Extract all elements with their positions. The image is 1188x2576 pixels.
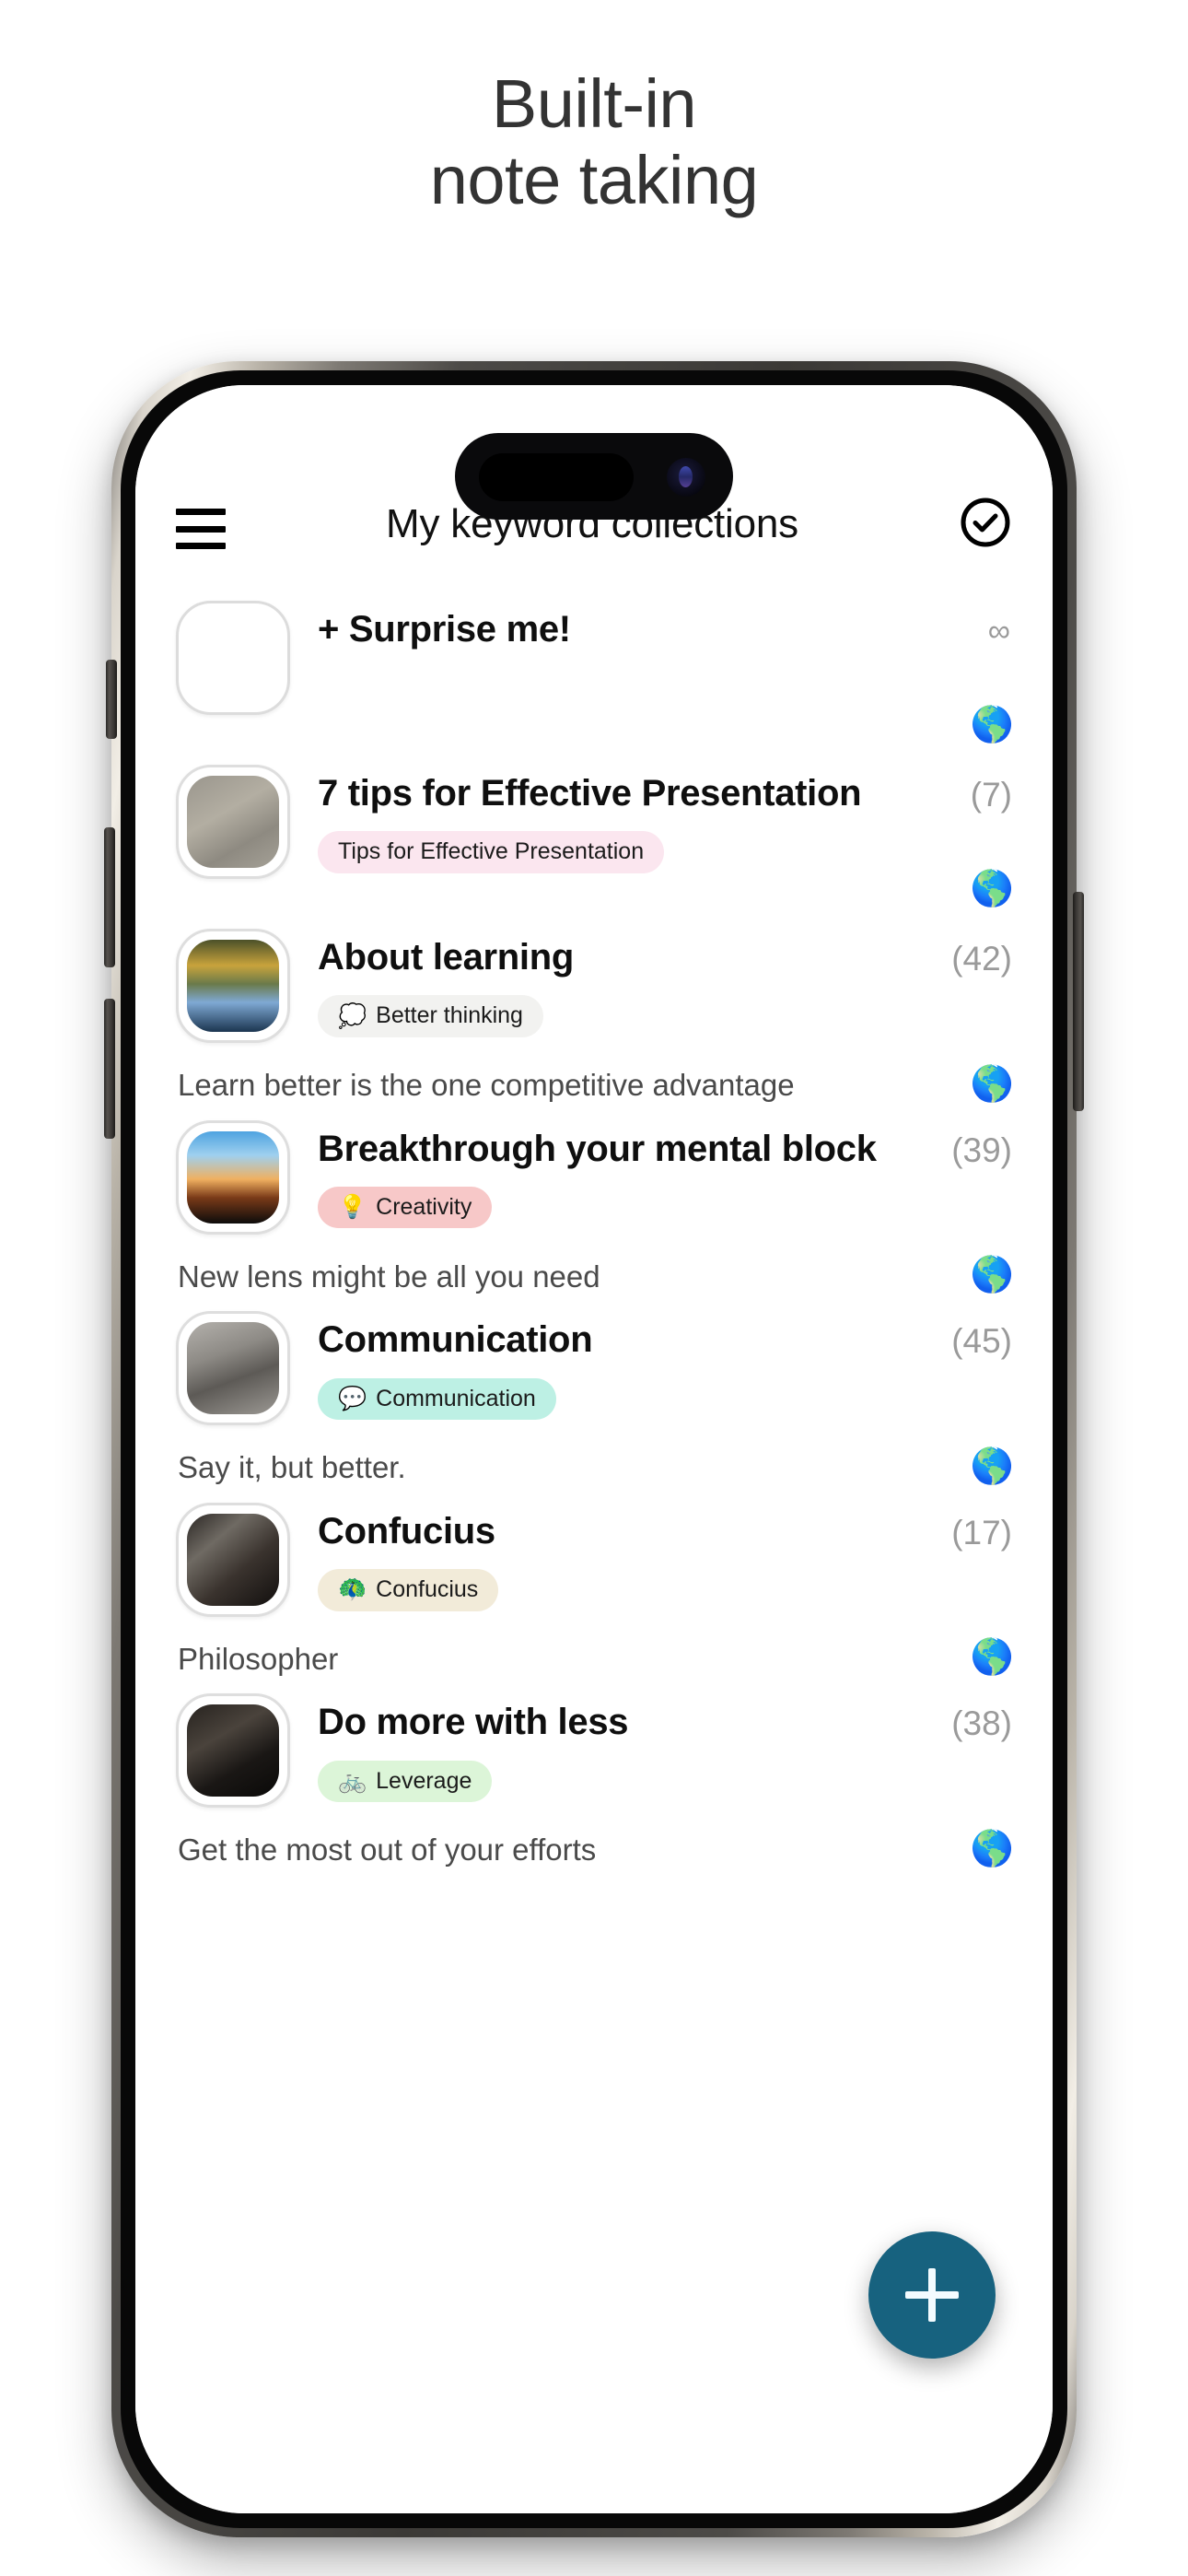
collection-tag[interactable]: Tips for Effective Presentation — [318, 831, 665, 873]
thumbnail-image — [187, 1322, 279, 1415]
promo-headline: Built-in note taking — [0, 0, 1188, 219]
collection-count: (45) — [951, 1322, 1012, 1361]
collection-title: 7 tips for Effective Presentation — [318, 773, 862, 814]
collection-title: Communication — [318, 1319, 593, 1361]
open-book-thumbnail — [176, 929, 290, 1043]
collection-tag[interactable]: 💡 Creativity — [318, 1186, 493, 1229]
collection-tag[interactable]: 🦚 Confucius — [318, 1569, 499, 1611]
telephone-booths-thumbnail — [176, 1311, 290, 1426]
tag-emoji-icon: 💬 — [338, 1385, 367, 1411]
globe-icon[interactable]: 🌎 — [971, 1640, 1014, 1675]
collection-list[interactable]: + Surprise me! ∞ 🌎 7 tips for Effective Pre… — [135, 566, 1053, 2513]
collection-row[interactable]: About learning 💭 Better thinking (42) Learn … — [135, 929, 1053, 1104]
front-camera-icon — [667, 458, 705, 497]
tag-emoji-icon: 💭 — [338, 1002, 367, 1029]
tag-label: Better thinking — [376, 1002, 523, 1029]
dark-portrait-thumbnail — [176, 1693, 290, 1809]
thumbnail-image — [187, 1130, 279, 1224]
phone-device: My keyword collections + Surprise me! ∞ 🌎 7… — [43, 339, 1145, 2569]
globe-icon[interactable]: 🌎 — [971, 1449, 1014, 1484]
collection-count: (7) — [970, 776, 1012, 814]
promo-headline-line-2: note taking — [429, 141, 759, 218]
collection-tag[interactable]: 💭 Better thinking — [318, 995, 543, 1037]
add-collection-fab[interactable] — [868, 2231, 996, 2359]
confucius-statue-thumbnail — [176, 1502, 290, 1617]
globe-icon[interactable]: 🌎 — [971, 872, 1014, 907]
collection-count: (39) — [951, 1130, 1012, 1169]
check-circle-icon[interactable] — [959, 496, 1012, 549]
collection-row[interactable]: 7 tips for Effective Presentation Tips fo… — [135, 765, 1053, 912]
tag-label: Confucius — [376, 1576, 479, 1603]
collection-row[interactable]: Confucius 🦚 Confucius (17) Philosopher 🌎 — [135, 1502, 1053, 1678]
dynamic-island-pill — [479, 453, 634, 501]
lightbulb-sunset-thumbnail — [176, 1119, 290, 1235]
tag-label: Communication — [376, 1385, 536, 1411]
collection-title: Confucius — [318, 1510, 495, 1551]
plus-icon — [905, 2268, 959, 2322]
globe-icon[interactable]: 🌎 — [971, 1832, 1014, 1867]
collection-row[interactable]: Communication 💬 Communication (45) Say it, b… — [135, 1311, 1053, 1486]
collection-tag[interactable]: 💬 Communication — [318, 1377, 556, 1421]
collection-count: (38) — [951, 1704, 1012, 1743]
collection-subtitle: Learn better is the one competitive adva… — [178, 1068, 795, 1102]
action-button[interactable] — [106, 660, 117, 739]
app-root: My keyword collections + Surprise me! ∞ 🌎 7… — [135, 385, 1053, 2513]
volume-down-button[interactable] — [104, 999, 115, 1139]
volume-up-button[interactable] — [104, 827, 115, 967]
tag-label: Tips for Effective Presentation — [338, 838, 645, 865]
globe-icon[interactable]: 🌎 — [971, 1258, 1014, 1293]
compass-on-sand-thumbnail — [176, 765, 290, 879]
tag-label: Creativity — [376, 1193, 472, 1220]
tag-label: Leverage — [376, 1767, 472, 1794]
row-spacer — [176, 715, 1012, 748]
phone-screen: My keyword collections + Surprise me! ∞ 🌎 7… — [135, 385, 1053, 2513]
hamburger-menu-icon[interactable] — [176, 509, 226, 549]
collection-title: About learning — [318, 937, 575, 978]
collection-subtitle: Say it, but better. — [178, 1450, 406, 1485]
tag-emoji-icon: 🦚 — [338, 1576, 367, 1603]
promo-headline-line-1: Built-in — [491, 65, 697, 142]
thumbnail-image — [187, 1513, 279, 1606]
thumbnail-image — [187, 1704, 279, 1797]
collection-title: Breakthrough your mental block — [318, 1128, 877, 1169]
row-spacer — [176, 879, 1012, 912]
collection-row[interactable]: Do more with less 🚲 Leverage (38) Get the mo… — [135, 1693, 1053, 1868]
collection-title: Do more with less — [318, 1702, 629, 1743]
power-button[interactable] — [1073, 892, 1084, 1111]
collection-count: (17) — [951, 1513, 1012, 1551]
collection-subtitle: Philosopher — [178, 1641, 339, 1676]
thumbnail-image — [187, 940, 279, 1032]
collection-count: ∞ — [987, 614, 1010, 649]
collection-row[interactable]: Breakthrough your mental block 💡 Creativit… — [135, 1119, 1053, 1295]
dynamic-island — [455, 433, 733, 520]
tag-emoji-icon: 🚲 — [338, 1768, 367, 1795]
tag-emoji-icon: 💡 — [338, 1194, 367, 1221]
collection-count: (42) — [951, 940, 1012, 978]
collection-row[interactable]: + Surprise me! ∞ 🌎 — [135, 601, 1053, 748]
thumbnail-image — [187, 612, 279, 704]
globe-icon[interactable]: 🌎 — [971, 1067, 1014, 1102]
collection-tag[interactable]: 🚲 Leverage — [318, 1760, 493, 1803]
collection-subtitle: Get the most out of your efforts — [178, 1832, 597, 1868]
empty-thumbnail — [176, 601, 290, 715]
collection-title: + Surprise me! — [318, 609, 571, 650]
collection-subtitle: New lens might be all you need — [178, 1259, 600, 1294]
thumbnail-image — [187, 776, 279, 868]
globe-icon[interactable]: 🌎 — [971, 708, 1014, 743]
